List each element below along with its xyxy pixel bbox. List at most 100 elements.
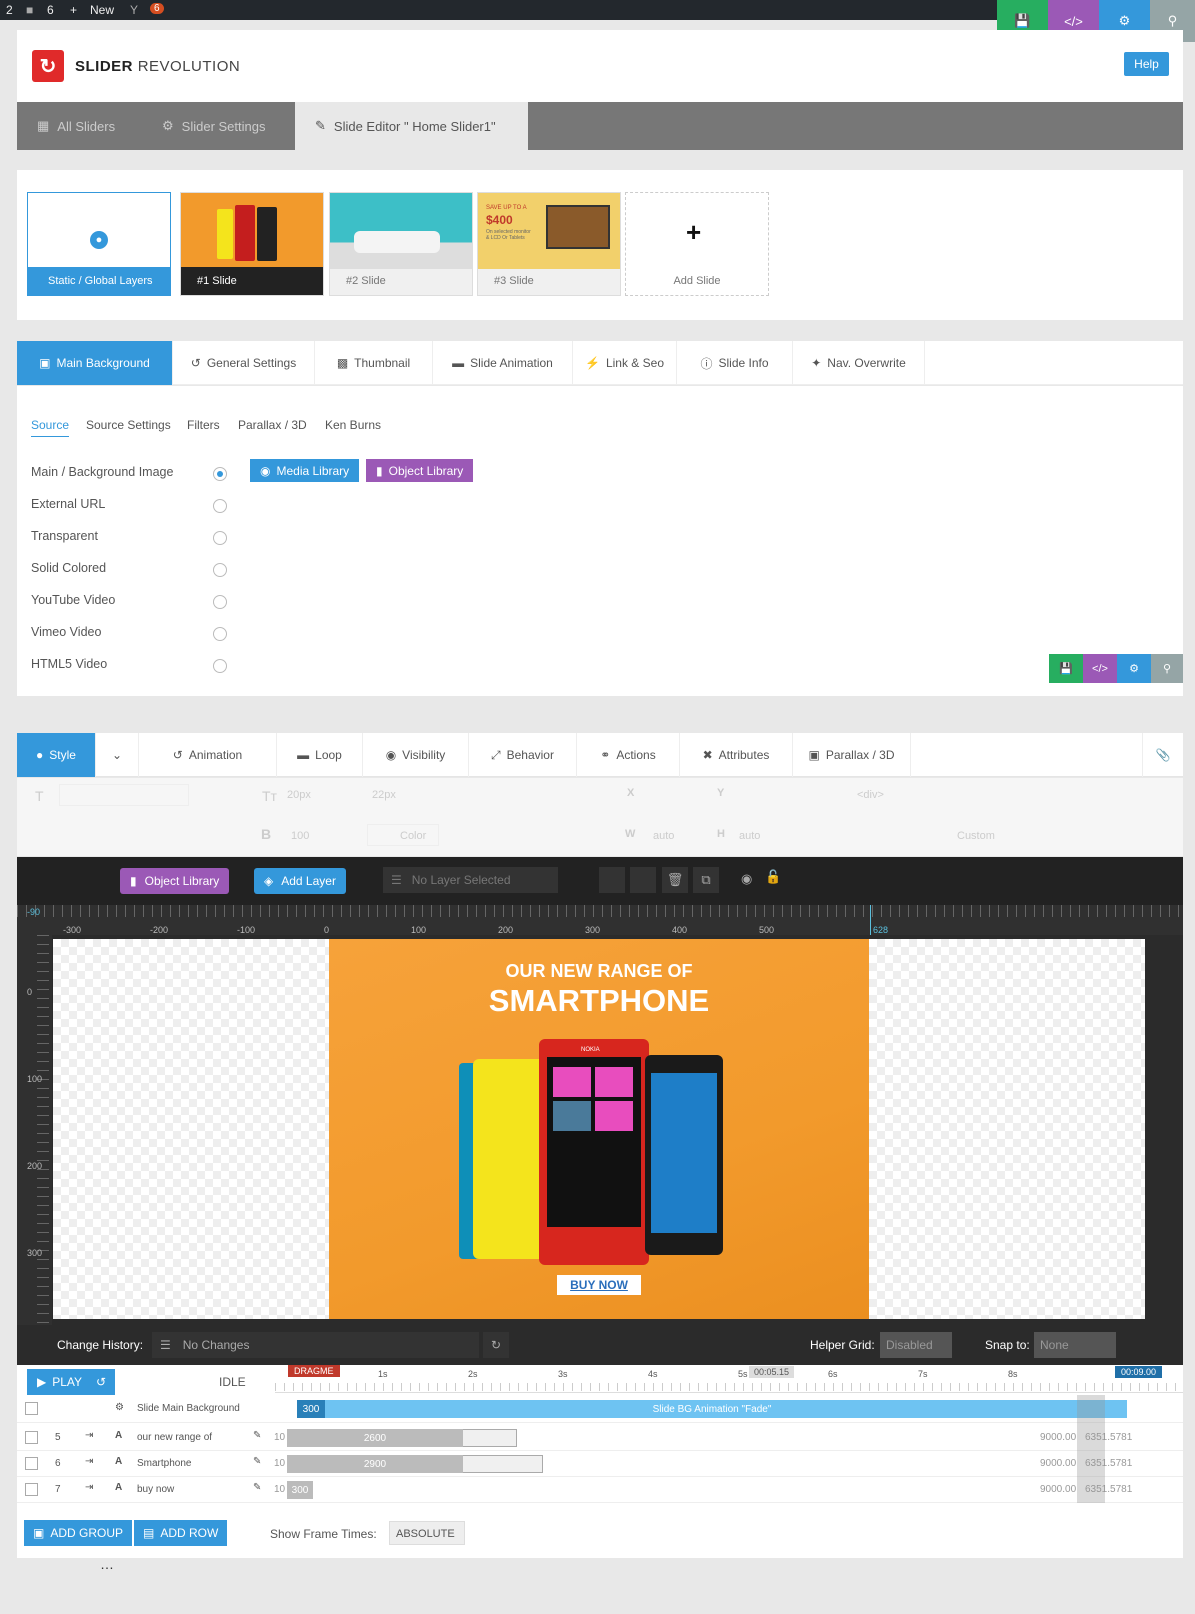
source-radio-youtube[interactable]: [213, 595, 227, 609]
timeline-row-layer[interactable]: 7 ⇥ A buy now ✎ 10 300 9000.00 6351.5781: [17, 1477, 1183, 1503]
row-checkbox[interactable]: [25, 1402, 38, 1415]
tab-nav-overwrite[interactable]: ✦ Nav. Overwrite: [793, 341, 925, 385]
snap-to-select[interactable]: None: [1034, 1332, 1116, 1358]
layer-select[interactable]: ☰ No Layer Selected: [383, 867, 558, 893]
tab-style-dropdown[interactable]: ⌄: [96, 733, 139, 777]
slide-canvas[interactable]: OUR NEW RANGE OF SMARTPHONE NOKIA BUY NO…: [53, 939, 1145, 1319]
layer-name[interactable]: Smartphone: [137, 1458, 191, 1469]
source-radio-vimeo[interactable]: [213, 627, 227, 641]
add-slide-button[interactable]: + Add Slide: [625, 192, 769, 296]
width-input[interactable]: auto: [653, 830, 674, 842]
tab-actions[interactable]: ⚭ Actions: [577, 733, 680, 777]
tab-general-settings[interactable]: ↺ General Settings: [173, 341, 315, 385]
slide-2[interactable]: #2 Slide: [329, 192, 473, 296]
source-radio-solid-colored[interactable]: [213, 563, 227, 577]
trash-icon[interactable]: 🗑: [662, 867, 688, 893]
yoast-icon[interactable]: Y: [130, 3, 138, 17]
slide-1[interactable]: #1 Slide: [180, 192, 324, 296]
buy-now-button[interactable]: BUY NOW: [557, 1275, 641, 1295]
comment-icon[interactable]: ■: [26, 3, 33, 17]
font-family-select[interactable]: [59, 784, 189, 806]
tab-animation[interactable]: ↺ Animation: [139, 733, 277, 777]
add-layer-button[interactable]: ◈ Add Layer: [254, 868, 346, 894]
settings-button[interactable]: ⚙: [1117, 654, 1151, 683]
updates-count[interactable]: 6: [47, 3, 54, 17]
color-picker[interactable]: Color: [367, 824, 439, 846]
line-height-input[interactable]: 22px: [372, 789, 396, 801]
row-checkbox[interactable]: [25, 1431, 38, 1444]
plus-icon[interactable]: +: [70, 3, 77, 17]
pencil-icon[interactable]: ✎: [253, 1456, 261, 1467]
end-time-marker[interactable]: 00:09.00: [1115, 1366, 1163, 1378]
subtab-filters[interactable]: Filters: [187, 418, 220, 432]
tab-behavior[interactable]: ⤢ Behavior: [469, 733, 577, 777]
yoast-badge[interactable]: 6: [150, 3, 164, 14]
layer-anim-bar[interactable]: 300: [287, 1481, 313, 1499]
subtab-source[interactable]: Source: [31, 418, 70, 437]
timeline-row-layer[interactable]: 6 ⇥ A Smartphone ✎ 10 2900 9000.00 6351.…: [17, 1451, 1183, 1477]
tab-link-seo[interactable]: ⚡ Link & Seo: [573, 341, 677, 385]
layer-name[interactable]: our new range of: [137, 1432, 212, 1443]
tag-select[interactable]: <div>: [857, 789, 884, 801]
eye-icon[interactable]: ◉: [741, 871, 752, 887]
pencil-icon[interactable]: ✎: [253, 1482, 261, 1493]
subtab-source-settings[interactable]: Source Settings: [86, 418, 171, 432]
layer-headline-large[interactable]: SMARTPHONE: [329, 983, 869, 1019]
frame-times-select[interactable]: ABSOLUTE: [389, 1521, 465, 1545]
tab-slider-settings[interactable]: ⚙ Slider Settings: [162, 102, 292, 150]
undo-icon[interactable]: ↻: [483, 1332, 509, 1358]
helper-grid-select[interactable]: Disabled: [880, 1332, 952, 1358]
tab-parallax-3d[interactable]: ▣ Parallax / 3D: [793, 733, 911, 777]
row-checkbox[interactable]: [25, 1457, 38, 1470]
custom-select[interactable]: Custom: [957, 830, 995, 842]
object-library-button[interactable]: ▮ Object Library: [366, 459, 474, 482]
tab-visibility[interactable]: ◉ Visibility: [363, 733, 469, 777]
paperclip-icon[interactable]: 📎: [1142, 733, 1183, 777]
timeline-row-layer[interactable]: 5 ⇥ A our new range of ✎ 10 2600 9000.00…: [17, 1425, 1183, 1451]
tab-loop[interactable]: ▬ Loop: [277, 733, 363, 777]
slide-static-layers[interactable]: ● Static / Global Layers: [27, 192, 171, 296]
font-size-input[interactable]: 20px: [287, 789, 311, 801]
bg-animation-bar[interactable]: Slide BG Animation "Fade": [297, 1400, 1127, 1418]
play-button[interactable]: ▶ PLAY ↺: [27, 1369, 115, 1395]
add-group-button[interactable]: ▣ ADD GROUP: [24, 1520, 133, 1546]
subtab-ken-burns[interactable]: Ken Burns: [325, 418, 381, 432]
layer-action-button[interactable]: [599, 867, 625, 893]
current-time[interactable]: 00:05.15: [749, 1366, 795, 1378]
slide-3[interactable]: SAVE UP TO A $400 On selected monitor & …: [477, 192, 621, 296]
tab-main-background[interactable]: ▣ Main Background: [17, 341, 173, 385]
subtab-parallax[interactable]: Parallax / 3D: [238, 418, 307, 432]
layer-headline-small[interactable]: OUR NEW RANGE OF: [329, 961, 869, 982]
dragme-marker[interactable]: DRAGME: [288, 1365, 340, 1377]
tab-style[interactable]: ● Style: [17, 733, 96, 777]
tab-slide-info[interactable]: ⓘ Slide Info: [677, 341, 793, 385]
source-radio-main-image[interactable]: [213, 467, 227, 481]
row-checkbox[interactable]: [25, 1483, 38, 1496]
more-icon[interactable]: …: [100, 1556, 114, 1572]
add-row-button[interactable]: ▤ ADD ROW: [134, 1520, 228, 1546]
change-history-select[interactable]: ☰ No Changes: [152, 1332, 479, 1358]
new-link[interactable]: New: [90, 3, 114, 17]
object-library-button[interactable]: ▮ Object Library: [120, 868, 230, 894]
source-radio-html5[interactable]: [213, 659, 227, 673]
help-button[interactable]: Help: [1124, 52, 1169, 76]
tab-slide-editor[interactable]: ✎ Slide Editor " Home Slider1": [295, 102, 528, 150]
slide-stage[interactable]: OUR NEW RANGE OF SMARTPHONE NOKIA BUY NO…: [329, 939, 869, 1319]
bg-start-marker[interactable]: 300: [297, 1400, 325, 1418]
height-input[interactable]: auto: [739, 830, 760, 842]
tab-all-sliders[interactable]: ▦ All Sliders: [37, 102, 137, 150]
tab-thumbnail[interactable]: ▩ Thumbnail: [315, 341, 433, 385]
comments-count[interactable]: 2: [6, 3, 13, 17]
font-weight-input[interactable]: 100: [291, 830, 309, 842]
source-radio-transparent[interactable]: [213, 531, 227, 545]
lock-icon[interactable]: 🔓: [765, 869, 781, 885]
layer-action-button[interactable]: [630, 867, 656, 893]
code-button[interactable]: </>: [1083, 654, 1117, 683]
source-radio-external-url[interactable]: [213, 499, 227, 513]
pencil-icon[interactable]: ✎: [253, 1430, 261, 1441]
tab-slide-animation[interactable]: ▬ Slide Animation: [433, 341, 573, 385]
layer-name[interactable]: buy now: [137, 1484, 174, 1495]
save-button[interactable]: 💾: [1049, 654, 1083, 683]
tab-attributes[interactable]: ✖ Attributes: [680, 733, 793, 777]
duplicate-icon[interactable]: ⧉: [693, 867, 719, 893]
